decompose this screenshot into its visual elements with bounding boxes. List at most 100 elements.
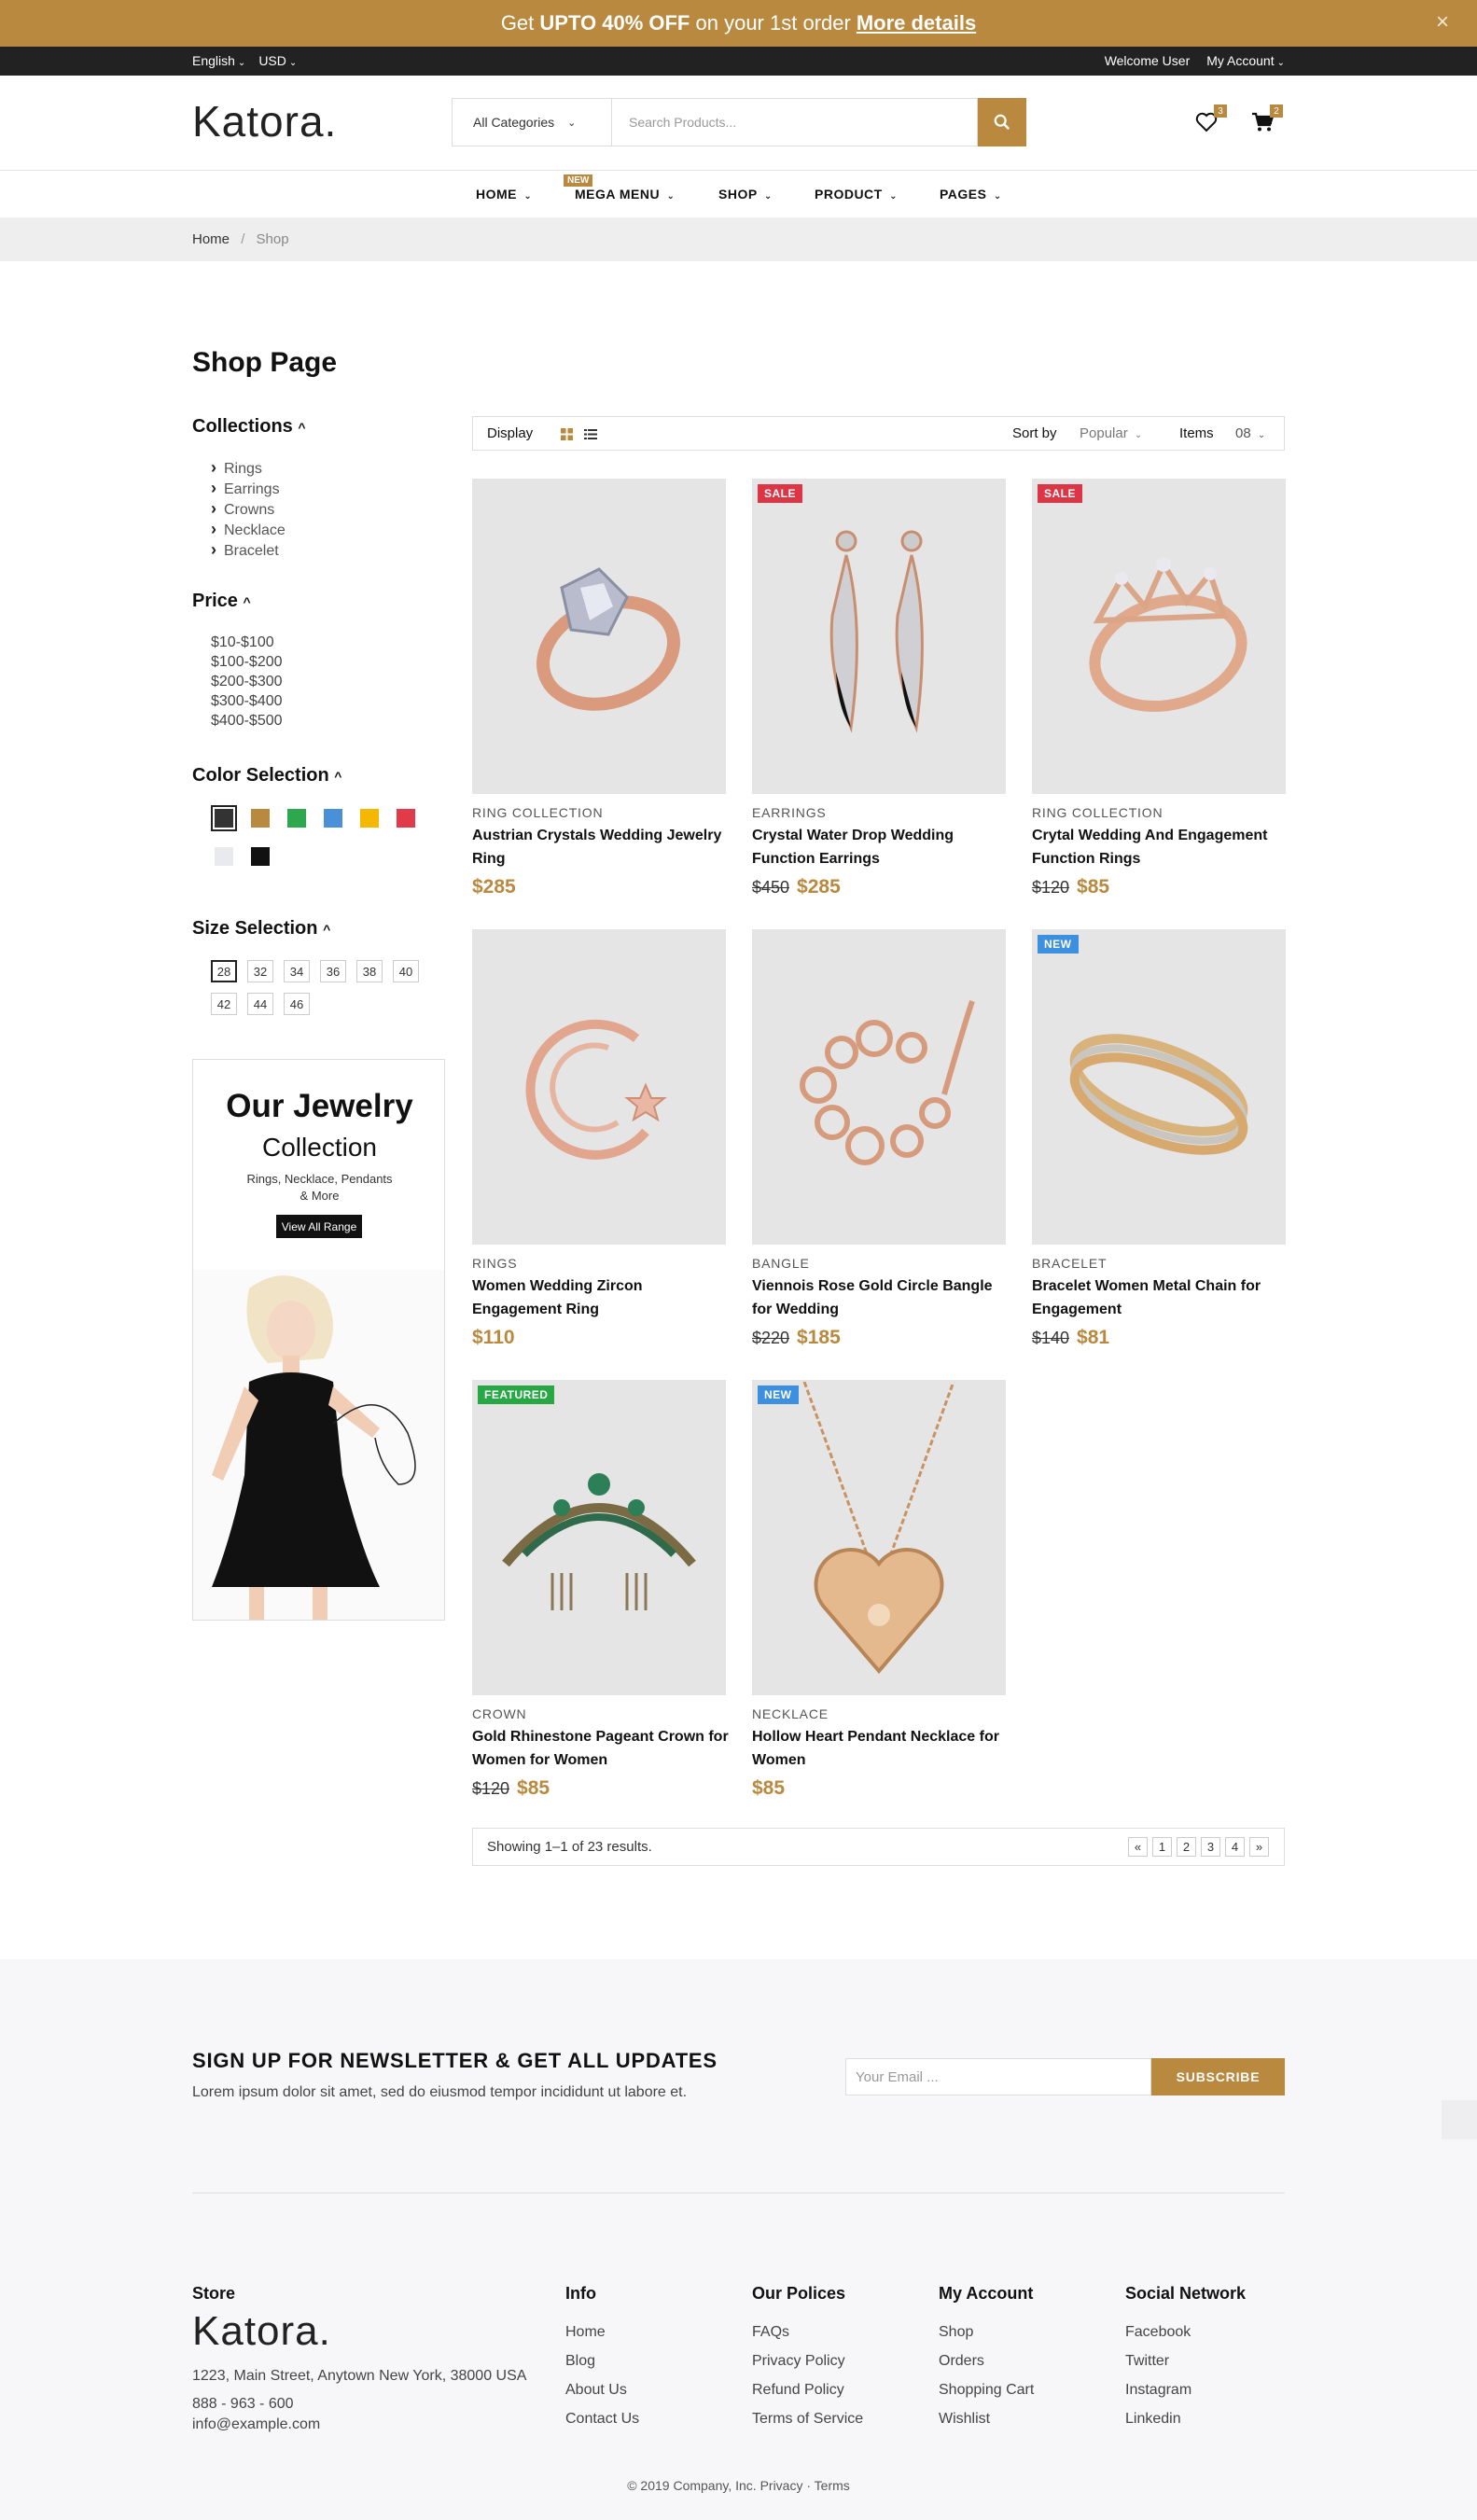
product-card[interactable]: NEW NECKLACE Hollow Heart Pendant Necklace…: [752, 1380, 1009, 1800]
pagination-page[interactable]: 2: [1177, 1837, 1196, 1857]
product-name[interactable]: Crytal Wedding And Engagement Function R…: [1032, 824, 1289, 870]
footer-email[interactable]: info@example.com: [192, 2415, 528, 2435]
collection-item[interactable]: Necklace: [211, 520, 286, 540]
color-swatch[interactable]: [287, 809, 306, 828]
product-name[interactable]: Women Wedding Zircon Engagement Ring: [472, 1274, 729, 1321]
grid-view-icon[interactable]: [561, 428, 573, 440]
product-image[interactable]: FEATURED: [472, 1380, 726, 1695]
footer-link[interactable]: Shopping Cart: [939, 2375, 1034, 2404]
product-name[interactable]: Austrian Crystals Wedding Jewelry Ring: [472, 824, 729, 870]
collection-item[interactable]: Earrings: [211, 479, 286, 499]
nav-item-product[interactable]: PRODUCT ⌄: [815, 187, 898, 202]
pagination-prev[interactable]: «: [1128, 1837, 1148, 1857]
promo-more-details-link[interactable]: More details: [857, 11, 976, 35]
collection-item[interactable]: Bracelet: [211, 540, 286, 561]
nav-item-mega-menu[interactable]: MEGA MENU ⌄: [575, 187, 675, 202]
color-swatch[interactable]: [251, 809, 270, 828]
pagination-page[interactable]: 3: [1201, 1837, 1220, 1857]
pagination-next[interactable]: »: [1249, 1837, 1269, 1857]
price-range-item[interactable]: $10-$100: [211, 633, 283, 652]
color-heading[interactable]: Color Selection ^: [192, 765, 341, 787]
product-name[interactable]: Viennois Rose Gold Circle Bangle for Wed…: [752, 1274, 1009, 1321]
footer-link[interactable]: Instagram: [1125, 2375, 1191, 2404]
footer-link[interactable]: Facebook: [1125, 2318, 1191, 2346]
product-image[interactable]: [752, 929, 1006, 1245]
product-name[interactable]: Bracelet Women Metal Chain for Engagemen…: [1032, 1274, 1289, 1321]
product-image[interactable]: SALE: [1032, 479, 1286, 794]
price-heading[interactable]: Price ^: [192, 591, 251, 612]
footer-link[interactable]: Wishlist: [939, 2404, 1034, 2433]
nav-item-shop[interactable]: SHOP ⌄: [718, 187, 773, 202]
footer-logo[interactable]: Katora.: [192, 2308, 331, 2355]
product-card[interactable]: RING COLLECTION Austrian Crystals Wedding…: [472, 479, 729, 898]
footer-link[interactable]: FAQs: [752, 2318, 863, 2346]
price-range-item[interactable]: $100-$200: [211, 652, 283, 672]
footer-link[interactable]: Terms of Service: [752, 2404, 863, 2433]
footer-link[interactable]: Shop: [939, 2318, 1034, 2346]
product-image[interactable]: [472, 479, 726, 794]
price-range-item[interactable]: $200-$300: [211, 672, 283, 691]
size-option[interactable]: 32: [247, 960, 273, 982]
collections-heading[interactable]: Collections ^: [192, 416, 306, 438]
nav-item-pages[interactable]: PAGES ⌄: [940, 187, 1002, 202]
collection-item[interactable]: Crowns: [211, 499, 286, 520]
size-option[interactable]: 38: [356, 960, 383, 982]
color-swatch[interactable]: [360, 809, 379, 828]
size-option[interactable]: 44: [247, 993, 273, 1015]
collection-item[interactable]: Rings: [211, 458, 286, 479]
search-button[interactable]: [978, 98, 1026, 146]
color-swatch[interactable]: [397, 809, 415, 828]
category-select[interactable]: All Categories ⌄: [452, 98, 612, 146]
footer-link[interactable]: Home: [565, 2318, 639, 2346]
product-name[interactable]: Hollow Heart Pendant Necklace for Women: [752, 1725, 1009, 1772]
footer-link[interactable]: Orders: [939, 2346, 1034, 2375]
price-range-item[interactable]: $300-$400: [211, 691, 283, 711]
color-swatch[interactable]: [215, 809, 233, 828]
size-option[interactable]: 36: [320, 960, 346, 982]
view-all-range-button[interactable]: View All Range: [276, 1215, 362, 1238]
product-card[interactable]: SALE EARRINGS Crystal Water Drop Wedding F…: [752, 479, 1009, 898]
cart-button[interactable]: 2: [1251, 104, 1283, 136]
color-swatch[interactable]: [251, 847, 270, 866]
pagination-page[interactable]: 4: [1225, 1837, 1245, 1857]
footer-link[interactable]: Privacy Policy: [752, 2346, 863, 2375]
size-option[interactable]: 46: [284, 993, 310, 1015]
footer-link[interactable]: Linkedin: [1125, 2404, 1191, 2433]
price-range-item[interactable]: $400-$500: [211, 711, 283, 731]
size-option[interactable]: 28: [211, 960, 237, 982]
breadcrumb-home-link[interactable]: Home: [192, 231, 230, 247]
product-image[interactable]: [472, 929, 726, 1245]
color-swatch[interactable]: [324, 809, 342, 828]
product-card[interactable]: RINGS Women Wedding Zircon Engagement Rin…: [472, 929, 729, 1349]
newsletter-email-input[interactable]: Your Email ...: [845, 2058, 1151, 2095]
footer-link[interactable]: Twitter: [1125, 2346, 1191, 2375]
wishlist-button[interactable]: 3: [1195, 104, 1227, 136]
product-card[interactable]: NEW BRACELET Bracelet Women Metal Chain fo…: [1032, 929, 1289, 1349]
scroll-to-top-button[interactable]: [1442, 2100, 1477, 2139]
product-card[interactable]: SALE RING COLLECTION Crytal Wedding And En…: [1032, 479, 1289, 898]
pagination-page[interactable]: 1: [1152, 1837, 1172, 1857]
product-image[interactable]: NEW: [752, 1380, 1006, 1695]
nav-item-home[interactable]: HOME ⌄: [476, 187, 532, 202]
close-icon[interactable]: ×: [1436, 9, 1449, 35]
my-account-menu[interactable]: My Account ⌄: [1206, 53, 1285, 68]
size-option[interactable]: 40: [393, 960, 419, 982]
product-image[interactable]: SALE: [752, 479, 1006, 794]
product-card[interactable]: BANGLE Viennois Rose Gold Circle Bangle f…: [752, 929, 1009, 1349]
sort-select[interactable]: Popular ⌄: [1080, 425, 1142, 441]
product-name[interactable]: Gold Rhinestone Pageant Crown for Women …: [472, 1725, 729, 1772]
footer-link[interactable]: Refund Policy: [752, 2375, 863, 2404]
size-option[interactable]: 34: [284, 960, 310, 982]
size-option[interactable]: 42: [211, 993, 237, 1015]
footer-link[interactable]: About Us: [565, 2375, 639, 2404]
product-card[interactable]: FEATURED CROWN Gold Rhinestone Pageant Cro…: [472, 1380, 729, 1800]
currency-select[interactable]: USD ⌄: [258, 53, 297, 68]
footer-link[interactable]: Blog: [565, 2346, 639, 2375]
product-name[interactable]: Crystal Water Drop Wedding Function Earr…: [752, 824, 1009, 870]
color-swatch[interactable]: [215, 847, 233, 866]
site-logo[interactable]: Katora.: [192, 96, 337, 146]
list-view-icon[interactable]: [584, 428, 597, 440]
footer-link[interactable]: Contact Us: [565, 2404, 639, 2433]
subscribe-button[interactable]: SUBSCRIBE: [1151, 2058, 1285, 2095]
items-select[interactable]: 08 ⌄: [1235, 425, 1265, 441]
